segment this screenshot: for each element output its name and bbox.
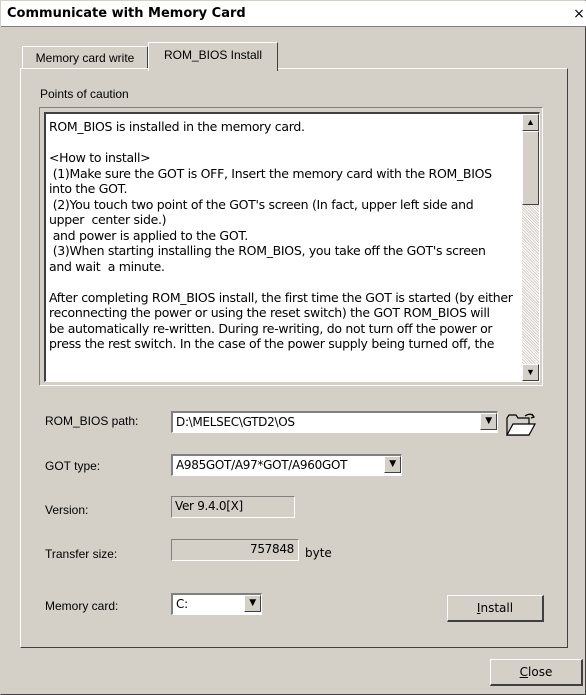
install-button-label: nstall (480, 601, 514, 615)
tab-memory-card-write[interactable]: Memory card write (22, 46, 148, 68)
caution-textbox[interactable]: ROM_BIOS is installed in the memory card… (44, 112, 540, 382)
dialog-window: Communicate with Memory Card × Memory ca… (0, 0, 586, 695)
got-type-combo[interactable]: A985GOT/A97*GOT/A960GOT ▼ (171, 454, 402, 476)
scroll-thumb[interactable] (522, 131, 539, 205)
close-icon[interactable]: × (572, 5, 586, 23)
memory-card-label: Memory card: (45, 599, 119, 613)
got-type-value: A985GOT/A97*GOT/A960GOT (176, 458, 348, 472)
install-button[interactable]: Install (447, 595, 544, 622)
title-bar: Communicate with Memory Card × (1, 1, 586, 27)
close-button-accel: C (519, 665, 529, 679)
caution-scrollbar[interactable]: ▲ ▼ (522, 114, 539, 381)
folder-open-icon[interactable] (505, 410, 537, 438)
tab-rom-bios-install[interactable]: ROM_BIOS Install (148, 42, 278, 71)
got-type-label: GOT type: (45, 459, 101, 473)
memory-card-combo[interactable]: C: ▼ (171, 593, 262, 615)
memory-card-value: C: (176, 597, 188, 611)
rom-bios-path-label: ROM_BIOS path: (45, 414, 139, 428)
chevron-down-icon[interactable]: ▼ (244, 595, 261, 612)
window-title: Communicate with Memory Card (7, 6, 246, 21)
chevron-down-icon[interactable]: ▼ (384, 456, 401, 473)
caution-text: ROM_BIOS is installed in the memory card… (49, 119, 513, 351)
version-value: Ver 9.4.0[X] (171, 496, 295, 518)
transfer-size-unit: byte (305, 546, 332, 560)
scroll-up-icon[interactable]: ▲ (522, 114, 539, 131)
transfer-size-label: Transfer size: (45, 547, 118, 561)
chevron-down-icon[interactable]: ▼ (480, 413, 497, 430)
caution-heading: Points of caution (40, 87, 129, 101)
close-button-label: lose (528, 665, 553, 679)
version-label: Version: (45, 503, 89, 517)
scroll-down-icon[interactable]: ▼ (522, 364, 539, 381)
rom-bios-path-value: D:\MELSEC\GTD2\OS (176, 415, 295, 429)
transfer-size-value: 757848 (171, 539, 299, 561)
rom-bios-path-combo[interactable]: D:\MELSEC\GTD2\OS ▼ (171, 411, 498, 433)
close-button[interactable]: Close (490, 659, 583, 686)
